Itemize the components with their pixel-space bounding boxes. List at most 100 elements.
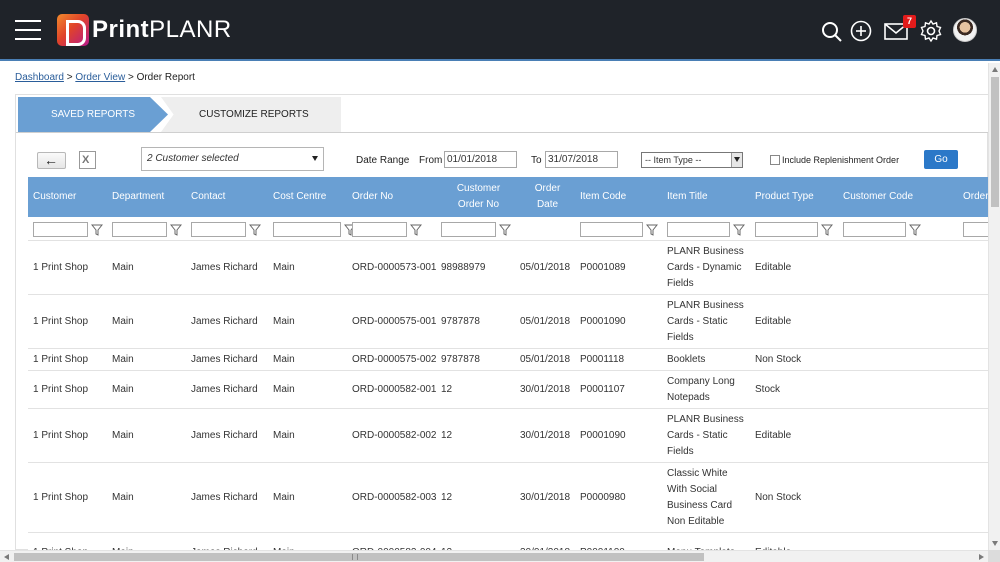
top-navigation-bar: PrintPLANR 7	[0, 0, 1000, 61]
table-row[interactable]: 1 Print ShopMainJames RichardMainORD-000…	[28, 295, 989, 349]
column-header-item-code[interactable]: Item Code	[580, 177, 663, 217]
column-header-cost-centre[interactable]: Cost Centre	[273, 177, 348, 217]
settings-gear-icon[interactable]	[919, 19, 945, 45]
filter-funnel-icon[interactable]	[249, 224, 261, 236]
cell-cost-centre: Main	[273, 383, 295, 395]
horizontal-scroll-thumb[interactable]	[14, 553, 704, 561]
cell-item-title: PLANR Business Cards - Static Fields	[667, 413, 744, 457]
column-header-product-type[interactable]: Product Type	[755, 177, 839, 217]
customer-multiselect[interactable]: 2 Customer selected	[141, 147, 324, 171]
cell-cost-centre: Main	[273, 533, 348, 552]
cell-department: Main	[112, 353, 134, 365]
filter-input-item-title[interactable]	[667, 222, 730, 237]
column-header-order-extra[interactable]: Order	[963, 177, 989, 217]
customer-multiselect-value: 2 Customer selected	[147, 153, 239, 164]
cell-cost-centre: Main	[273, 261, 295, 273]
table-row[interactable]: 1 Print ShopMainJames RichardMainORD-000…	[28, 533, 989, 551]
filter-input-order-no[interactable]	[352, 222, 407, 237]
cell-department: Main	[112, 491, 134, 503]
filter-funnel-icon[interactable]	[821, 224, 833, 236]
column-header-order-no[interactable]: Order No	[352, 177, 437, 217]
column-header-customer-code[interactable]: Customer Code	[843, 177, 943, 217]
cell-customer-order-no: 9787878	[441, 315, 480, 327]
filter-funnel-icon[interactable]	[499, 224, 511, 236]
cell-customer: 1 Print Shop	[33, 353, 89, 365]
column-header-item-title[interactable]: Item Title	[667, 177, 751, 217]
cell-order-date: 30/01/2018	[520, 429, 571, 441]
date-range-label: Date Range	[356, 155, 410, 166]
cell-order-date: 05/01/2018	[520, 315, 571, 327]
cell-order-date: 05/01/2018	[520, 261, 571, 273]
cell-cost-centre: Main	[273, 315, 295, 327]
scroll-right-arrow-icon[interactable]	[979, 554, 984, 560]
excel-export-icon[interactable]	[79, 151, 96, 169]
column-header-contact[interactable]: Contact	[191, 177, 269, 217]
cell-item-code: P0001089	[580, 261, 626, 273]
column-header-department[interactable]: Department	[112, 177, 187, 217]
filter-funnel-icon[interactable]	[170, 224, 182, 236]
cell-customer-order-no: 12	[441, 533, 516, 552]
scroll-up-arrow-icon[interactable]	[992, 67, 998, 72]
grid-filter-row	[28, 217, 989, 241]
cell-item-code: P0001100	[580, 533, 663, 552]
cell-order-no: ORD-0000575-001	[352, 315, 437, 327]
vertical-scrollbar[interactable]	[988, 63, 1000, 550]
cell-department: Main	[112, 533, 187, 552]
filter-input-department[interactable]	[112, 222, 167, 237]
breadcrumb-order-view-link[interactable]: Order View	[75, 72, 125, 83]
cell-customer: 1 Print Shop	[33, 383, 89, 395]
filter-input-product-type[interactable]	[755, 222, 818, 237]
scroll-down-arrow-icon[interactable]	[992, 541, 998, 546]
cell-order-no: ORD-0000582-004	[352, 533, 437, 552]
logo-text-planr: PLANR	[149, 16, 232, 43]
filter-funnel-icon[interactable]	[646, 224, 658, 236]
back-button[interactable]	[37, 152, 66, 169]
go-button[interactable]: Go	[924, 150, 958, 169]
replenishment-checkbox[interactable]	[770, 155, 780, 165]
filter-funnel-icon[interactable]	[91, 224, 103, 236]
tab-customize-reports[interactable]: CUSTOMIZE REPORTS	[161, 97, 341, 132]
scroll-left-arrow-icon[interactable]	[4, 554, 9, 560]
cell-department: Main	[112, 429, 134, 441]
to-date-input[interactable]: 31/07/2018	[545, 151, 618, 168]
filter-input-customer[interactable]	[33, 222, 88, 237]
from-date-input[interactable]: 01/01/2018	[444, 151, 517, 168]
cell-item-code: P0001090	[580, 315, 626, 327]
filter-input-customer-code[interactable]	[843, 222, 906, 237]
table-row[interactable]: 1 Print ShopMainJames RichardMainORD-000…	[28, 409, 989, 463]
add-circle-icon[interactable]	[849, 19, 875, 45]
cell-customer: 1 Print Shop	[33, 261, 89, 273]
to-label: To	[531, 155, 542, 166]
column-header-customer[interactable]: Customer	[33, 177, 108, 217]
table-row[interactable]: 1 Print ShopMainJames RichardMainORD-000…	[28, 241, 989, 295]
vertical-scroll-thumb[interactable]	[991, 77, 999, 207]
column-header-customer-order-no[interactable]: Customer Order No	[441, 177, 516, 217]
column-header-order-date[interactable]: Order Date	[520, 177, 575, 217]
hamburger-menu-icon[interactable]	[15, 20, 41, 40]
filter-input-cost-centre[interactable]	[273, 222, 341, 237]
filter-funnel-icon[interactable]	[733, 224, 745, 236]
cell-product-type: Stock	[755, 383, 781, 395]
table-row[interactable]: 1 Print ShopMainJames RichardMainORD-000…	[28, 371, 989, 409]
item-type-select[interactable]: -- Item Type --	[641, 152, 743, 168]
cell-order-no: ORD-0000582-002	[352, 429, 437, 441]
cell-item-code: P0001107	[580, 383, 625, 395]
cell-cost-centre: Main	[273, 491, 295, 503]
filter-funnel-icon[interactable]	[410, 224, 422, 236]
user-avatar[interactable]	[953, 18, 977, 42]
filter-input-contact[interactable]	[191, 222, 246, 237]
filter-input-item-code[interactable]	[580, 222, 643, 237]
cell-item-title: Booklets	[667, 353, 706, 365]
order-report-grid: Customer Department Contact Cost Centre Orde…	[28, 177, 989, 551]
horizontal-scrollbar[interactable]	[0, 550, 988, 562]
search-icon[interactable]	[820, 20, 846, 46]
breadcrumb-dashboard-link[interactable]: Dashboard	[15, 72, 64, 83]
filter-input-order-extra[interactable]	[963, 222, 989, 237]
filter-funnel-icon[interactable]	[909, 224, 921, 236]
cell-product-type: Editable	[755, 261, 792, 273]
table-row[interactable]: 1 Print ShopMainJames RichardMainORD-000…	[28, 349, 989, 371]
table-row[interactable]: 1 Print ShopMainJames RichardMainORD-000…	[28, 463, 989, 533]
tab-saved-reports[interactable]: SAVED REPORTS	[18, 97, 168, 132]
filter-input-customer-order-no[interactable]	[441, 222, 496, 237]
cell-department: Main	[112, 315, 134, 327]
